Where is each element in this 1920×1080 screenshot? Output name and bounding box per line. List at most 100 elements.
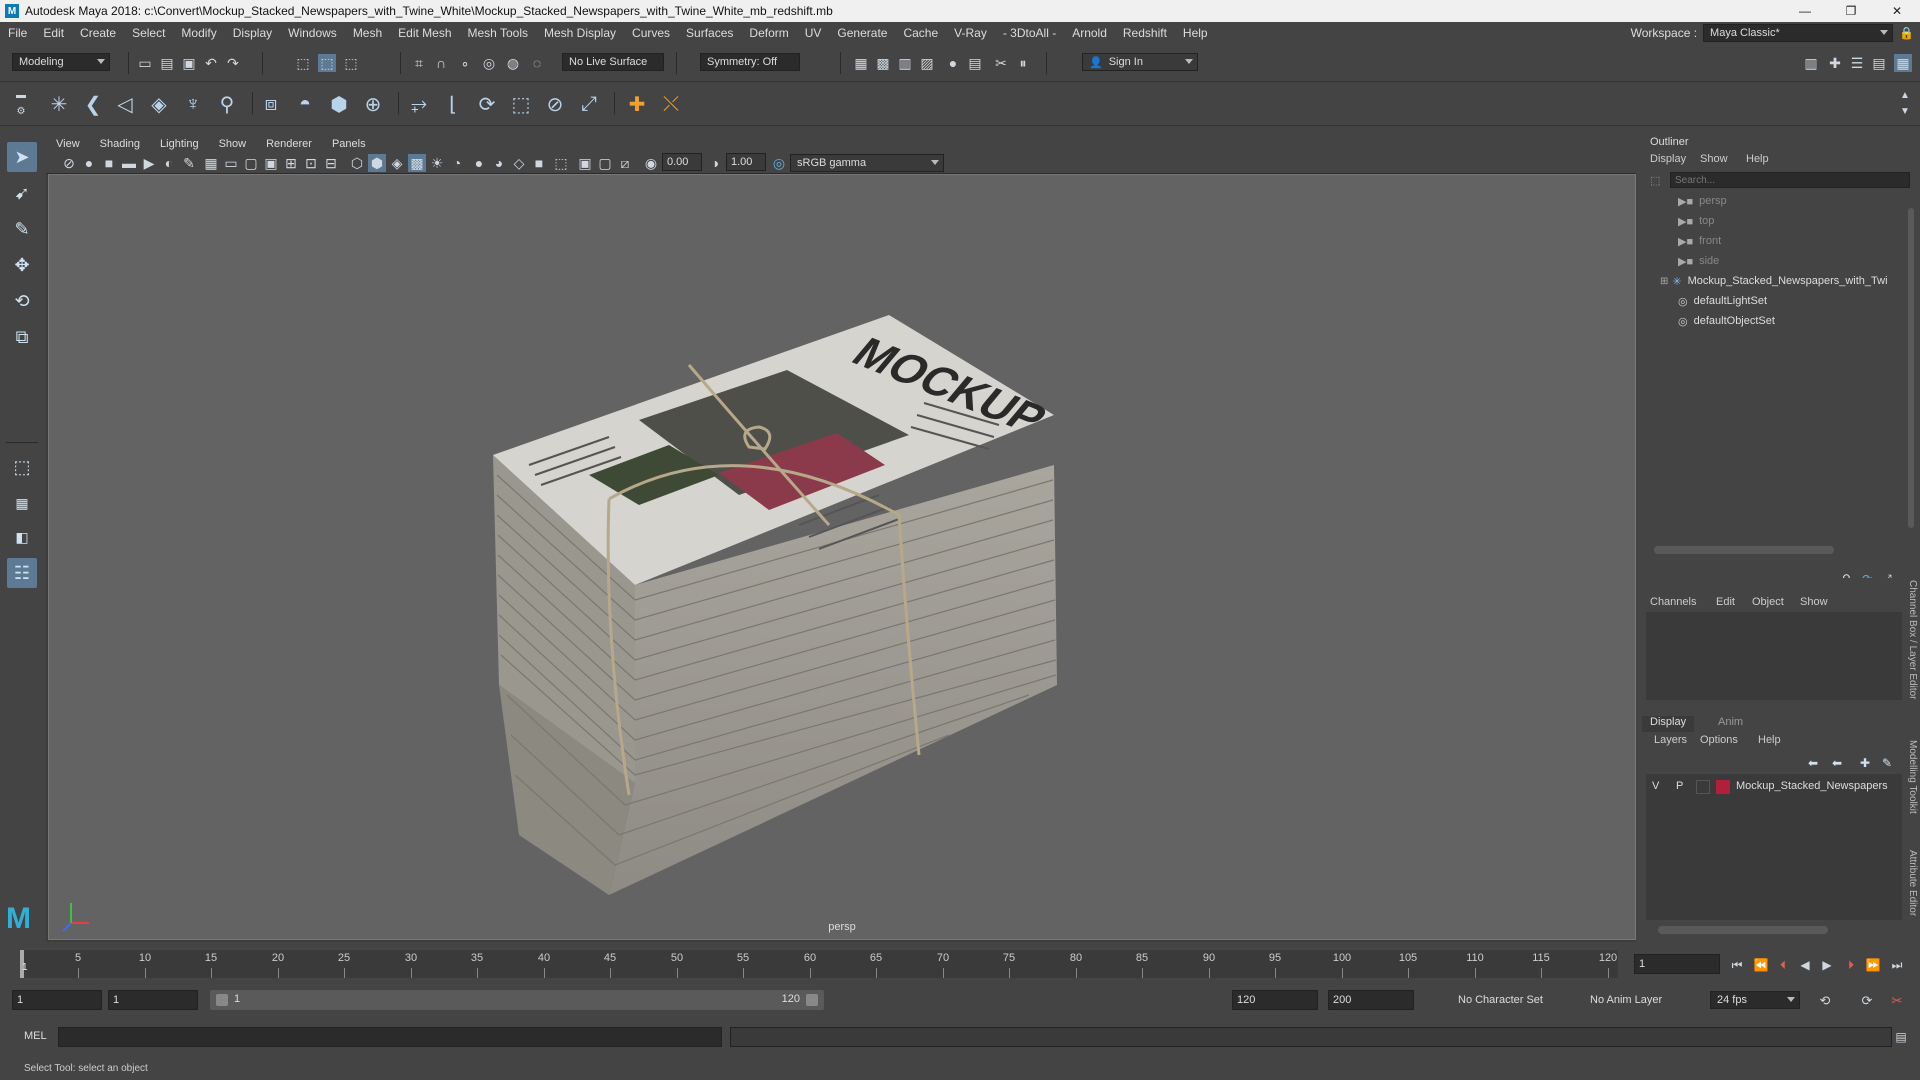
play-forwards-icon[interactable]: ▶ [1818, 956, 1836, 974]
bookmark-icon[interactable]: ■ [100, 154, 118, 172]
outliner-item-persp[interactable]: ▶■ persp [1678, 192, 1727, 210]
menu-edit[interactable]: Edit [35, 26, 72, 40]
polygon-tool-icon[interactable]: ✳ [46, 91, 72, 117]
close-button[interactable]: ✕ [1874, 0, 1920, 22]
save-scene-icon[interactable]: ▣ [180, 54, 198, 72]
outliner-item-top[interactable]: ▶■ top [1678, 212, 1714, 230]
hypershade-icon[interactable]: ● [944, 54, 962, 72]
film-gate-icon[interactable]: ▭ [222, 154, 240, 172]
outliner-menu-display[interactable]: Display [1650, 153, 1686, 165]
menu-modify[interactable]: Modify [173, 26, 224, 40]
layer-name[interactable]: Mockup_Stacked_Newspapers [1736, 780, 1888, 792]
sculpt-icon[interactable]: ◓ [292, 91, 318, 117]
gamma-icon[interactable]: ◑ [706, 154, 724, 172]
transform-icon[interactable]: ⊕ [360, 91, 386, 117]
minimize-button[interactable]: — [1782, 0, 1828, 22]
panel-menu-shading[interactable]: Shading [90, 138, 150, 150]
outliner-horizontal-scrollbar[interactable] [1654, 546, 1834, 554]
wireframe-icon[interactable]: ⬡ [348, 154, 366, 172]
time-ruler[interactable]: 1 5 10 15 20 25 30 35 40 45 50 55 60 65 … [20, 950, 1618, 978]
camera-icon[interactable]: ▶ [140, 154, 158, 172]
snap-grid-icon[interactable]: ⌗ [410, 54, 428, 72]
xray-joints-icon[interactable]: ▢ [596, 154, 614, 172]
paint-select-icon[interactable]: ✎ [7, 214, 37, 244]
exposure-field[interactable]: 0.00 [662, 153, 702, 171]
channelbox-menu-channels[interactable]: Channels [1650, 596, 1696, 608]
anti-aliasing-icon[interactable]: ◇ [510, 154, 528, 172]
snap-point-icon[interactable]: ∘ [456, 54, 474, 72]
outliner-menu-show[interactable]: Show [1700, 153, 1728, 165]
outliner-item-defaultobjectset[interactable]: ◎ defaultObjectSet [1678, 312, 1775, 330]
textured-icon[interactable]: ▩ [408, 154, 426, 172]
menu-surfaces[interactable]: Surfaces [678, 26, 741, 40]
current-frame-field[interactable]: 1 [1634, 954, 1720, 974]
redshift-ipr-icon[interactable]: ✂ [992, 54, 1010, 72]
image-plane-icon[interactable]: ▬ [120, 154, 138, 172]
menu-mesh-tools[interactable]: Mesh Tools [460, 26, 536, 40]
fps-dropdown[interactable]: 24 fps [1710, 991, 1800, 1009]
2d-pan-icon[interactable]: ◐ [160, 154, 178, 172]
field-chart-icon[interactable]: ⊞ [282, 154, 300, 172]
tool-settings-icon[interactable]: ▤ [1870, 54, 1888, 72]
snap-curve-icon[interactable]: ∩ [432, 54, 450, 72]
maximize-button[interactable]: ❐ [1828, 0, 1874, 22]
scale-tool-icon[interactable]: ⧉ [7, 322, 37, 352]
shadows-icon[interactable]: ◔ [448, 154, 466, 172]
layer-row[interactable]: V P Mockup_Stacked_Newspapers [1646, 778, 1902, 796]
playback-start-field[interactable]: 1 [108, 990, 198, 1010]
uv-editor-icon[interactable]: ⧈ [258, 91, 284, 117]
animation-preferences-icon[interactable]: ✂ [1888, 992, 1906, 1010]
animation-start-field[interactable]: 1 [12, 990, 102, 1010]
character-controls-icon[interactable]: ✚ [1826, 54, 1844, 72]
safe-action-icon[interactable]: ⊡ [302, 154, 320, 172]
attribute-editor-icon[interactable]: ☰ [1848, 54, 1866, 72]
lattice-icon[interactable]: ⬢ [326, 91, 352, 117]
render-settings-icon[interactable]: ▨ [918, 54, 936, 72]
camera-attr-icon[interactable]: ● [80, 154, 98, 172]
color-management-icon[interactable]: ◎ [770, 154, 788, 172]
append-icon[interactable]: ⬚ [508, 91, 534, 117]
menu-deform[interactable]: Deform [741, 26, 796, 40]
range-start-handle[interactable] [216, 994, 228, 1006]
outliner-item-mockup-group[interactable]: ⊞ ✳ Mockup_Stacked_Newspapers_with_Twi [1660, 272, 1888, 290]
open-scene-icon[interactable]: ▤ [158, 54, 176, 72]
xray-icon[interactable]: ▣ [576, 154, 594, 172]
step-back-key-icon[interactable]: ⏪ [1752, 956, 1770, 974]
rotate-tool-icon[interactable]: ⟲ [7, 286, 37, 316]
xray-components-icon[interactable]: ⧄ [616, 154, 634, 172]
command-language-label[interactable]: MEL [24, 1030, 47, 1042]
tab-channel-box-layer-editor[interactable]: Channel Box / Layer Editor [1907, 580, 1918, 700]
new-layer-selected-icon[interactable]: ✎ [1882, 756, 1892, 770]
menu-windows[interactable]: Windows [280, 26, 345, 40]
view-transform-dropdown[interactable]: sRGB gamma [790, 154, 944, 172]
multicut-icon[interactable]: ◁ [112, 91, 138, 117]
motion-blur-icon[interactable]: ◕ [490, 154, 508, 172]
render-view-icon[interactable]: ▦ [852, 54, 870, 72]
redo-icon[interactable]: ↷ [224, 54, 242, 72]
select-object-icon[interactable]: ⬚ [318, 54, 336, 72]
outliner-item-side[interactable]: ▶■ side [1678, 252, 1719, 270]
menu-edit-mesh[interactable]: Edit Mesh [390, 26, 459, 40]
layer-tab-display[interactable]: Display [1642, 716, 1694, 732]
workspace-dropdown[interactable]: Maya Classic* [1703, 24, 1894, 42]
new-scene-icon[interactable]: ▭ [136, 54, 154, 72]
layer-tab-anim[interactable]: Anim [1718, 716, 1743, 728]
menu-arnold[interactable]: Arnold [1064, 26, 1115, 40]
layer-horizontal-scrollbar[interactable] [1658, 926, 1828, 934]
expand-icon[interactable]: ⊞ [1660, 276, 1668, 287]
panel-menu-renderer[interactable]: Renderer [256, 138, 322, 150]
range-end-handle[interactable] [806, 994, 818, 1006]
menu-set-dropdown[interactable]: Modeling [12, 53, 110, 71]
step-back-frame-icon[interactable]: ⏴ [1774, 956, 1792, 974]
outliner-layout-icon[interactable]: ☷ [7, 558, 37, 588]
menu-cache[interactable]: Cache [895, 26, 946, 40]
auto-key-icon[interactable]: ⟳ [1858, 992, 1876, 1010]
menu-file[interactable]: File [0, 26, 35, 40]
panel-menu-view[interactable]: View [46, 138, 90, 150]
layer-color-swatch[interactable] [1716, 780, 1730, 794]
outliner-item-defaultlightset[interactable]: ◎ defaultLightSet [1678, 292, 1767, 310]
shelf-scroll-down-icon[interactable]: ▼ [1896, 102, 1914, 120]
outliner-menu-help[interactable]: Help [1746, 153, 1769, 165]
channel-box-icon[interactable]: ▦ [1894, 54, 1912, 72]
panel-menu-lighting[interactable]: Lighting [150, 138, 209, 150]
